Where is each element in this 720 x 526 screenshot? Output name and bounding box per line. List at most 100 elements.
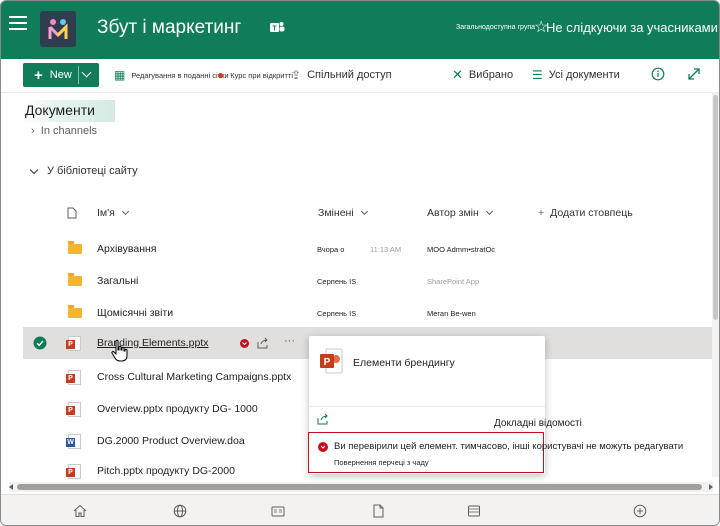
item-modified-time: 11:13 AM [370,244,402,254]
share-icon[interactable] [257,337,269,349]
site-library-label: У бібліотеці сайту [47,165,138,177]
library-title[interactable]: Документи [23,100,115,122]
chevron-down-icon [121,207,129,216]
checkout-message: Ви перевірили цей елемент. тимчасово, ін… [334,441,684,452]
scroll-thumb[interactable] [17,484,702,490]
open-in-course-label: Курс при відкритті [230,70,294,80]
course-icon: ● [217,68,225,82]
modified-column-label: Змінені [318,207,354,219]
author-column-header[interactable]: Автор змін [427,207,493,219]
site-title[interactable]: Збут і маркетинг [97,17,241,39]
share-command[interactable]: ⇪ Спільний доступ [291,59,392,91]
checkmark-circle-icon[interactable] [33,336,47,350]
scroll-thumb[interactable] [713,95,718,320]
item-modified: Серпень IS [317,276,357,286]
name-column-label: Ім'я [97,207,115,219]
expand-icon[interactable] [687,67,701,86]
selected-command[interactable]: ✕ Вибрано [452,59,513,91]
file-type-column-header[interactable] [67,207,77,219]
document-icon [67,207,77,219]
modified-column-header[interactable]: Змінені [318,207,368,219]
globe-icon[interactable] [173,504,187,518]
folder-icon [68,273,82,286]
name-column-header[interactable]: Ім'я [97,207,129,219]
new-button[interactable]: + New [23,63,99,87]
item-author: MOO Admm•stratOc [427,244,496,254]
more-options-icon[interactable]: ··· [284,335,295,347]
chevron-right-icon: › [31,125,41,137]
item-name[interactable]: Overview.pptx продукту DG- 1000 [97,393,258,425]
share-label: Спільний доступ [307,69,392,81]
scroll-right-arrow[interactable] [709,484,713,490]
in-channels-section[interactable]: › In channels [31,125,97,137]
edit-grid-view-command[interactable]: ▦ Редагування в поданні сітки [114,59,229,91]
item-modified: Вчора о [317,244,345,254]
checkout-warning: Ви перевірили цей елемент. тимчасово, ін… [308,432,683,473]
group-visibility-label: Загальнодоступна група [456,24,536,31]
chevron-down-icon [485,207,493,216]
plus-icon: + [34,66,43,84]
hamburger-menu-icon[interactable] [9,16,27,30]
in-channels-label: In channels [40,125,98,137]
powerpoint-icon: P [66,336,81,351]
author-column-label: Автор змін [427,207,479,219]
item-name[interactable]: Архівування [97,233,157,265]
share-icon: ⇪ [291,68,302,82]
powerpoint-icon: P [66,464,81,479]
plus-icon: + [538,207,545,219]
svg-text:T: T [272,26,277,33]
news-icon[interactable] [271,504,285,518]
scroll-left-arrow[interactable] [9,484,13,490]
grid-icon: ▦ [114,68,126,82]
chevron-down-icon[interactable] [81,67,92,78]
open-in-course-command[interactable]: ● Курс при відкритті [217,59,293,91]
add-column-button[interactable]: + Додати стовпець [538,207,633,219]
new-button-label: New [49,69,72,81]
details-link[interactable]: Докладні відомості [494,418,582,429]
vertical-scrollbar[interactable] [712,93,719,477]
powerpoint-icon: P [66,370,81,385]
folder-icon [68,305,82,318]
item-author: SharePoint App [427,276,480,286]
share-icon[interactable] [317,413,329,425]
selected-label: Вибрано [468,69,514,81]
document-icon[interactable] [371,504,385,518]
discard-checkout-link[interactable]: Повернення перчеці з чаду [334,458,429,467]
item-name[interactable]: Загальні [97,265,138,297]
item-modified: Серпень IS [317,308,357,318]
new-button-separator [78,66,79,84]
list-item[interactable]: Архівування Вчора о 11:13 AM MOO Admm•st… [23,233,719,265]
powerpoint-icon: P [320,348,343,374]
list-item[interactable]: Загальні Серпень IS SharePoint App [23,265,719,297]
site-library-section[interactable]: У бібліотеці сайту [29,165,138,177]
item-name[interactable]: Щомісячні звіти [97,297,173,329]
mouse-pointer-icon [111,339,128,362]
command-bar: + New ▦ Редагування в поданні сітки ● Ку… [1,59,719,93]
bottom-app-bar [1,494,719,525]
follow-status[interactable]: Не слідкуючи за учасниками g 20 [546,20,719,35]
all-documents-view[interactable]: ☰ Усі документи [532,59,620,91]
edit-grid-view-label: Редагування в поданні сітки [131,70,229,80]
add-icon[interactable] [633,504,647,518]
chevron-down-icon [29,165,39,174]
list-icon: ☰ [532,68,543,82]
add-column-label: Додати стовпець [550,207,633,219]
item-name[interactable]: DG.2000 Product Overview.doa [97,425,245,457]
checked-out-icon [240,339,249,348]
horizontal-scrollbar[interactable] [9,482,713,492]
info-icon[interactable] [651,67,665,86]
list-item[interactable]: Щомісячні звіти Серпень IS Meran Be-wen [23,297,719,329]
site-logo[interactable] [40,11,76,47]
hover-card-divider [309,406,545,407]
all-documents-label: Усі документи [548,69,620,81]
list-icon[interactable] [467,504,481,518]
home-icon[interactable] [73,504,87,518]
item-name[interactable]: Cross Cultural Marketing Campaigns.pptx [97,361,291,393]
word-icon: W [66,434,81,449]
app-window: Збут і маркетинг T Загальнодоступна груп… [0,0,720,526]
hover-card-title[interactable]: Елементи брендингу [353,357,455,369]
folder-icon [68,241,82,254]
item-author: Meran Be-wen [427,308,476,318]
teams-icon[interactable]: T [269,19,285,35]
svg-text:P: P [324,357,331,368]
